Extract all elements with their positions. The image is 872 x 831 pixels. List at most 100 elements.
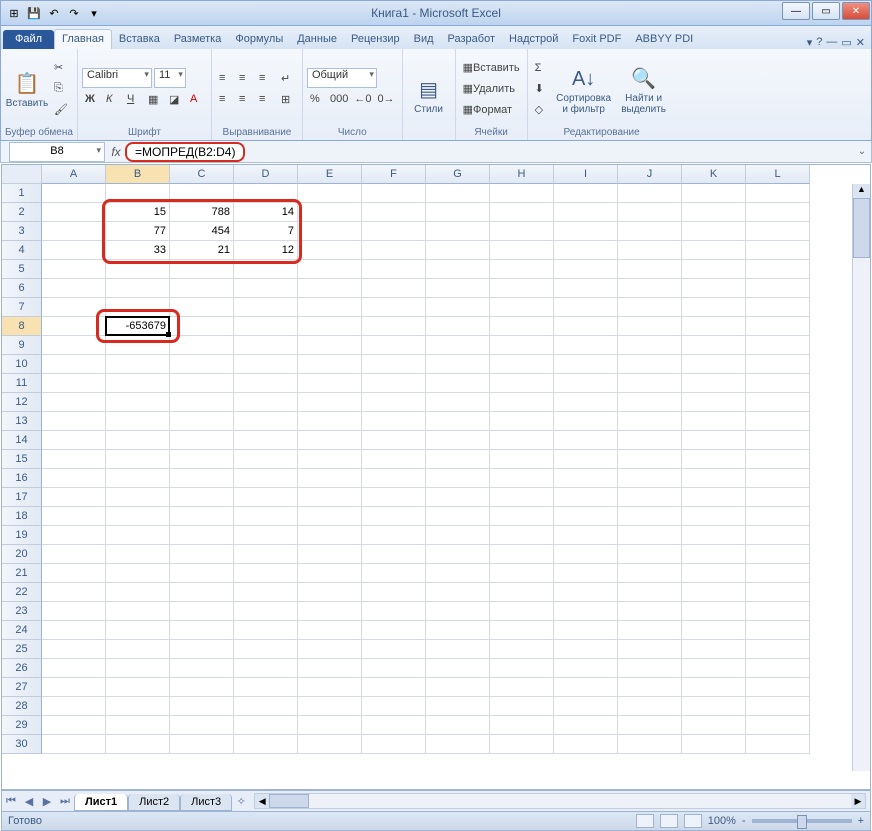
cell[interactable] bbox=[618, 545, 682, 564]
cell[interactable] bbox=[170, 507, 234, 526]
cell[interactable] bbox=[298, 488, 362, 507]
cell[interactable] bbox=[746, 317, 810, 336]
tab-developer[interactable]: Разработ bbox=[441, 30, 502, 49]
cell[interactable] bbox=[362, 374, 426, 393]
cell[interactable] bbox=[234, 526, 298, 545]
cell[interactable]: 14 bbox=[234, 203, 298, 222]
cell[interactable] bbox=[554, 583, 618, 602]
cell[interactable] bbox=[618, 678, 682, 697]
cell[interactable] bbox=[554, 469, 618, 488]
cell[interactable] bbox=[682, 735, 746, 754]
cell[interactable] bbox=[682, 602, 746, 621]
hscroll-thumb[interactable] bbox=[269, 794, 309, 808]
cell[interactable] bbox=[170, 184, 234, 203]
sheet-nav-prev[interactable]: ◀ bbox=[20, 795, 38, 808]
cell[interactable] bbox=[554, 507, 618, 526]
cell[interactable] bbox=[298, 640, 362, 659]
cell[interactable] bbox=[682, 507, 746, 526]
cell[interactable] bbox=[170, 355, 234, 374]
cell[interactable] bbox=[298, 450, 362, 469]
cell[interactable] bbox=[42, 488, 106, 507]
cell[interactable] bbox=[106, 526, 170, 545]
cell[interactable] bbox=[490, 716, 554, 735]
copy-button[interactable]: ⎘ bbox=[51, 79, 71, 99]
cell[interactable] bbox=[170, 678, 234, 697]
cell[interactable]: -653679 bbox=[106, 317, 170, 336]
tab-data[interactable]: Данные bbox=[290, 30, 344, 49]
sheet-tab-2[interactable]: Лист2 bbox=[128, 794, 180, 811]
cell[interactable] bbox=[554, 450, 618, 469]
cell[interactable] bbox=[42, 583, 106, 602]
cell[interactable] bbox=[106, 678, 170, 697]
cell[interactable] bbox=[42, 203, 106, 222]
cell[interactable] bbox=[362, 526, 426, 545]
cell[interactable] bbox=[426, 317, 490, 336]
tab-formulas[interactable]: Формулы bbox=[228, 30, 290, 49]
cell[interactable] bbox=[234, 640, 298, 659]
cell[interactable] bbox=[42, 184, 106, 203]
cell[interactable] bbox=[234, 184, 298, 203]
font-size-select[interactable]: 11 bbox=[154, 68, 186, 88]
cell[interactable] bbox=[170, 298, 234, 317]
row-header[interactable]: 27 bbox=[2, 678, 42, 697]
cell[interactable] bbox=[42, 564, 106, 583]
cell[interactable] bbox=[234, 507, 298, 526]
cell[interactable] bbox=[362, 431, 426, 450]
cut-button[interactable]: ✂ bbox=[51, 58, 71, 78]
sheet-nav-last[interactable]: ⏭ bbox=[56, 795, 74, 808]
view-normal-button[interactable] bbox=[636, 814, 654, 828]
cell[interactable] bbox=[618, 735, 682, 754]
cell[interactable] bbox=[682, 716, 746, 735]
sheet-nav-first[interactable]: ⏮ bbox=[2, 795, 20, 808]
cell[interactable] bbox=[746, 412, 810, 431]
cell[interactable] bbox=[490, 621, 554, 640]
cell[interactable] bbox=[554, 241, 618, 260]
cell[interactable]: 33 bbox=[106, 241, 170, 260]
cell[interactable] bbox=[106, 564, 170, 583]
cell[interactable] bbox=[42, 621, 106, 640]
cell[interactable] bbox=[490, 279, 554, 298]
cell[interactable] bbox=[362, 545, 426, 564]
cell[interactable] bbox=[682, 203, 746, 222]
cell[interactable] bbox=[746, 184, 810, 203]
cell[interactable] bbox=[746, 260, 810, 279]
cell[interactable] bbox=[42, 602, 106, 621]
cell[interactable] bbox=[682, 659, 746, 678]
cell[interactable] bbox=[106, 260, 170, 279]
worksheet-grid[interactable]: ABCDEFGHIJKL 123456789101112131415161718… bbox=[1, 164, 871, 790]
cell[interactable] bbox=[618, 697, 682, 716]
column-header[interactable]: J bbox=[618, 165, 682, 184]
cell[interactable] bbox=[170, 640, 234, 659]
cell[interactable] bbox=[42, 697, 106, 716]
cell[interactable] bbox=[682, 450, 746, 469]
cell[interactable] bbox=[554, 564, 618, 583]
cell[interactable] bbox=[490, 602, 554, 621]
cell[interactable] bbox=[106, 583, 170, 602]
cell[interactable] bbox=[170, 621, 234, 640]
cell[interactable] bbox=[426, 222, 490, 241]
cell[interactable] bbox=[618, 659, 682, 678]
tab-insert[interactable]: Вставка bbox=[112, 30, 167, 49]
cell[interactable] bbox=[426, 412, 490, 431]
cell[interactable] bbox=[490, 640, 554, 659]
cell[interactable] bbox=[234, 298, 298, 317]
merge-button[interactable]: ⊞ bbox=[278, 89, 298, 109]
cell[interactable] bbox=[298, 602, 362, 621]
sheet-tab-3[interactable]: Лист3 bbox=[180, 794, 232, 811]
cell[interactable] bbox=[42, 260, 106, 279]
cell[interactable]: 77 bbox=[106, 222, 170, 241]
cell[interactable] bbox=[490, 298, 554, 317]
cell[interactable] bbox=[106, 279, 170, 298]
fill-button[interactable]: ⬇ bbox=[532, 79, 552, 99]
cell[interactable] bbox=[362, 412, 426, 431]
cell[interactable] bbox=[106, 735, 170, 754]
cell[interactable] bbox=[42, 716, 106, 735]
cell[interactable] bbox=[426, 602, 490, 621]
cell[interactable] bbox=[618, 412, 682, 431]
cell[interactable] bbox=[298, 507, 362, 526]
cell[interactable] bbox=[170, 735, 234, 754]
row-header[interactable]: 7 bbox=[2, 298, 42, 317]
cell[interactable] bbox=[362, 602, 426, 621]
cell[interactable] bbox=[170, 469, 234, 488]
cell[interactable] bbox=[490, 374, 554, 393]
